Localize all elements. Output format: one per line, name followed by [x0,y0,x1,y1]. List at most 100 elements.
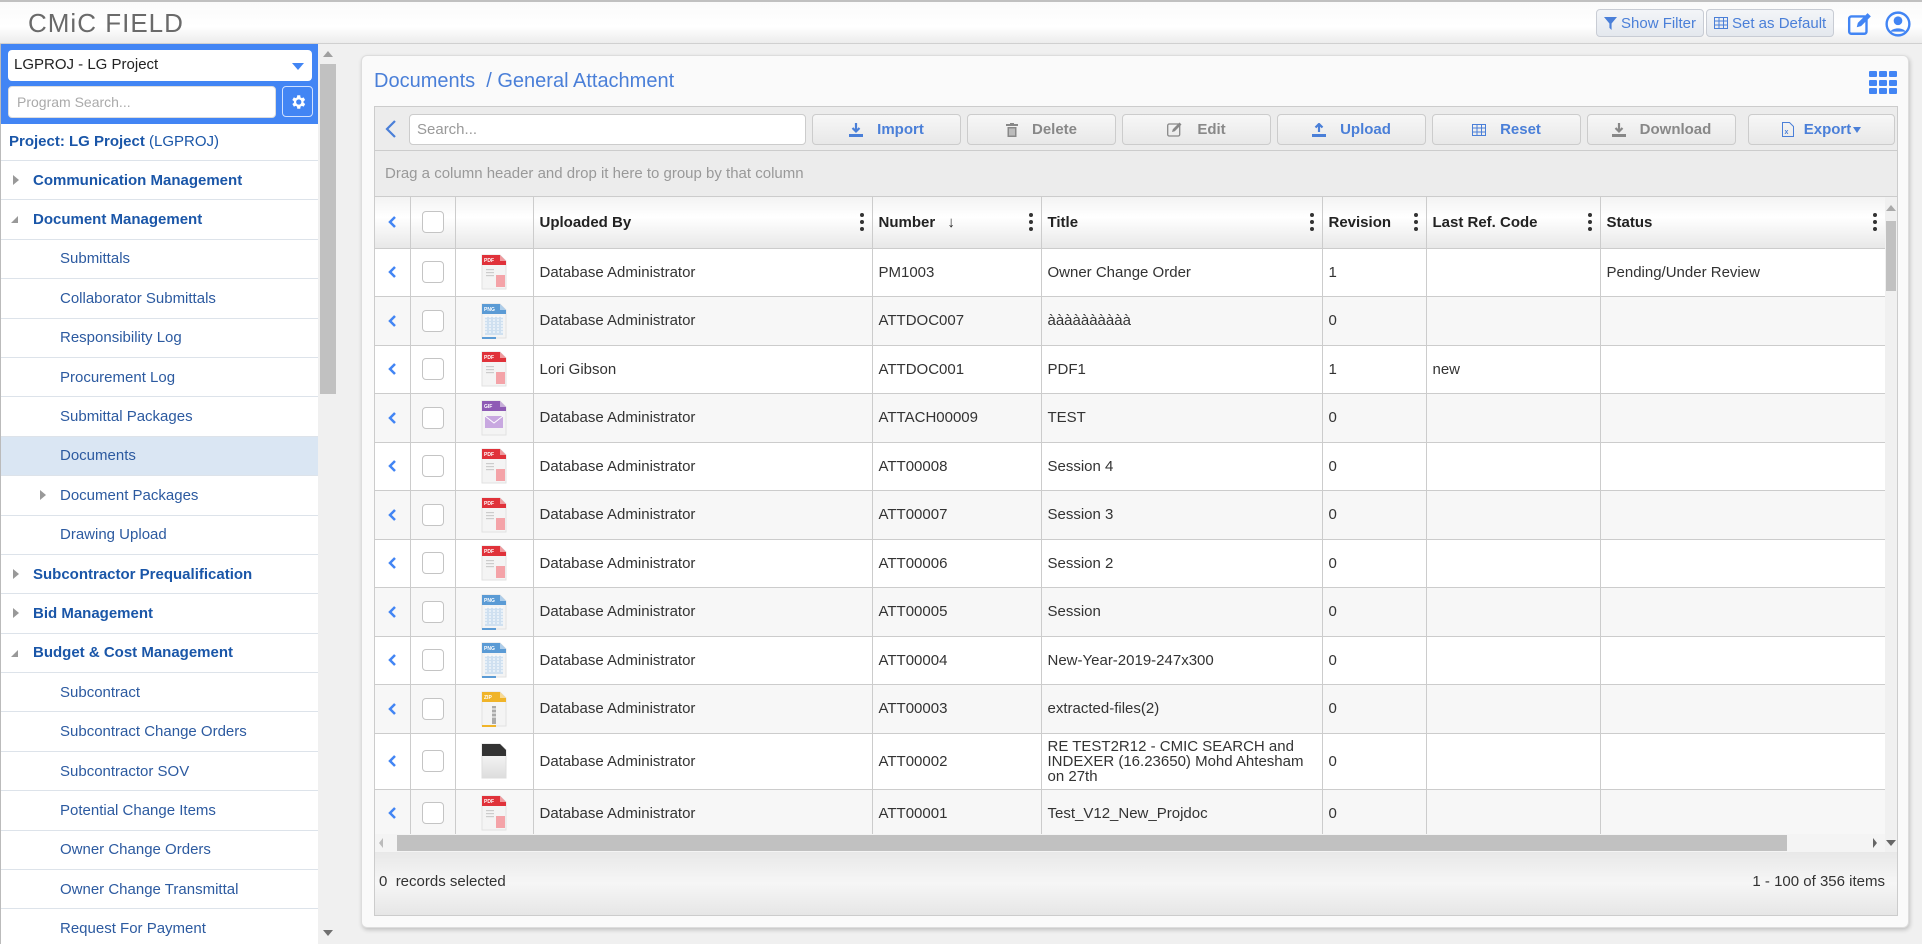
table-row[interactable]: PDF Lori Gibson ATTDOC001 PDF1 1 new [375,345,1885,394]
chevron-left-icon[interactable] [387,702,397,716]
table-row[interactable]: PDF Database Administrator ATT00008 Session… [375,442,1885,491]
chevron-left-icon[interactable] [387,265,397,279]
table-row[interactable]: PDF Database Administrator ATT00007 Session… [375,490,1885,540]
program-search-input[interactable] [8,86,276,118]
chevron-left-icon[interactable] [387,411,397,425]
sidebar-item-owner-change-orders[interactable]: Owner Change Orders [1,831,318,871]
table-row[interactable]: PNG Database Administrator ATT00005 Session… [375,587,1885,637]
download-button[interactable]: Download [1587,114,1736,145]
export-button[interactable]: x Export [1748,114,1895,145]
chevron-left-icon[interactable] [387,362,397,376]
grid-search-input[interactable] [409,114,806,145]
sidebar-item-bid-management[interactable]: Bid Management [1,594,318,634]
chevron-left-icon[interactable] [387,508,397,522]
table-row[interactable]: PDF Database Administrator PM1003 Owner Cha… [375,248,1885,297]
edit-button[interactable]: Edit [1122,114,1271,145]
sidebar-item-document-management[interactable]: Document Management [1,200,318,240]
caret-expanded-icon[interactable] [11,216,18,224]
row-expand-cell[interactable] [375,248,411,297]
user-profile-icon[interactable] [1885,11,1911,37]
sidebar-item-document-packages[interactable]: Document Packages [1,476,318,516]
sidebar-item-responsibility-log[interactable]: Responsibility Log [1,319,318,358]
chevron-left-icon[interactable] [387,215,397,229]
caret-collapsed-icon[interactable] [13,175,19,185]
png-file-icon[interactable]: PNG [479,302,509,340]
sidebar-item-collaborator-submittals[interactable]: Collaborator Submittals [1,279,318,319]
scroll-up-icon[interactable] [1886,205,1896,211]
sidebar-item-request-for-payment[interactable]: Request For Payment [1,909,318,944]
row-expand-cell[interactable] [375,442,411,491]
sidebar-item-owner-change-transmittal[interactable]: Owner Change Transmittal [1,870,318,910]
set-as-default-button[interactable]: Set as Default [1706,9,1835,37]
select-all-checkbox[interactable] [421,211,444,234]
reset-button[interactable]: Reset [1432,114,1581,145]
column-menu-icon[interactable] [859,213,864,231]
row-expand-cell[interactable] [375,539,411,588]
png-file-icon[interactable]: PNG [479,593,509,631]
sidebar-item-drawing-upload[interactable]: Drawing Upload [1,516,318,555]
breadcrumb[interactable]: Documents / General Attachment [374,70,674,93]
delete-button[interactable]: Delete [967,114,1116,145]
grid-vertical-scrollbar[interactable] [1885,197,1897,852]
table-row[interactable]: ZIP Database Administrator ATT00003 extract… [375,684,1885,734]
row-expand-cell[interactable] [375,636,411,685]
row-expand-cell[interactable] [375,789,411,838]
sidebar-item-procurement-log[interactable]: Procurement Log [1,358,318,398]
table-row[interactable]: PDF Database Administrator ATT00001 Test_V1… [375,789,1885,838]
chevron-left-icon[interactable] [387,314,397,328]
table-row[interactable]: PDF Database Administrator ATT00006 Session… [375,539,1885,588]
column-menu-icon[interactable] [1587,213,1592,231]
column-menu-icon[interactable] [1413,213,1418,231]
settings-button[interactable] [282,86,313,117]
grid-vscroll-thumb[interactable] [1886,221,1896,291]
caret-collapsed-icon[interactable] [40,490,46,501]
pdf-file-icon[interactable]: PDF [479,350,509,388]
scroll-right-icon[interactable] [1873,838,1877,848]
sidebar-item-budget-cost-management[interactable]: Budget & Cost Management [1,634,318,674]
row-checkbox[interactable] [421,600,444,623]
column-header-uploaded-by[interactable]: Uploaded By [533,197,873,249]
column-menu-icon[interactable] [1309,213,1314,231]
sidebar-item-potential-change-items[interactable]: Potential Change Items [1,791,318,831]
sidebar-item-subcontractor-prequalification[interactable]: Subcontractor Prequalification [1,555,318,595]
column-header-title[interactable]: Title [1041,197,1323,249]
pdf-file-icon[interactable]: PDF [479,496,509,534]
row-expand-cell[interactable] [375,684,411,734]
project-select[interactable]: LGPROJ - LG Project [8,50,312,81]
sidebar-item-subcontractor-sov[interactable]: Subcontractor SOV [1,752,318,792]
table-row[interactable]: PNG Database Administrator ATT00004 New-Yea… [375,636,1885,685]
column-menu-icon[interactable] [1028,213,1033,231]
row-expand-cell[interactable] [375,393,411,443]
row-checkbox[interactable] [421,697,444,720]
sidebar-item-subcontract-change-orders[interactable]: Subcontract Change Orders [1,712,318,752]
png-file-icon[interactable]: PNG [479,641,509,679]
row-expand-cell[interactable] [375,733,411,790]
row-expand-cell[interactable] [375,490,411,540]
sidebar-item-documents[interactable]: Documents [1,436,318,477]
sidebar-item-subcontract[interactable]: Subcontract [1,673,318,713]
sidebar-item-communication-management[interactable]: Communication Management [1,161,318,201]
header-expand-cell[interactable] [375,197,411,249]
row-checkbox[interactable] [421,552,444,575]
row-checkbox[interactable] [421,649,444,672]
column-header-last-ref-code[interactable]: Last Ref. Code [1426,197,1601,249]
apps-grid-icon[interactable] [1869,71,1899,95]
grid-hscroll-thumb[interactable] [397,835,1787,851]
upload-button[interactable]: Upload [1277,114,1426,145]
grid-horizontal-scrollbar[interactable] [375,834,1885,852]
chevron-left-icon[interactable] [387,806,397,820]
pdf-file-icon[interactable]: PDF [479,544,509,582]
row-expand-cell[interactable] [375,345,411,394]
gif-file-icon[interactable]: GIF [479,399,509,437]
pdf-file-icon[interactable]: PDF [479,447,509,485]
row-expand-cell[interactable] [375,296,411,346]
table-row[interactable]: Database Administrator ATT00002 RE TEST2R1… [375,733,1885,790]
show-filter-button[interactable]: Show Filter [1596,9,1705,37]
scroll-down-icon[interactable] [323,930,333,936]
row-checkbox[interactable] [421,503,444,526]
chevron-left-icon[interactable] [387,754,397,768]
pdf-file-icon[interactable]: PDF [479,253,509,291]
chevron-left-icon[interactable] [387,653,397,667]
generic-file-icon[interactable] [479,742,509,780]
scroll-up-icon[interactable] [323,51,333,57]
